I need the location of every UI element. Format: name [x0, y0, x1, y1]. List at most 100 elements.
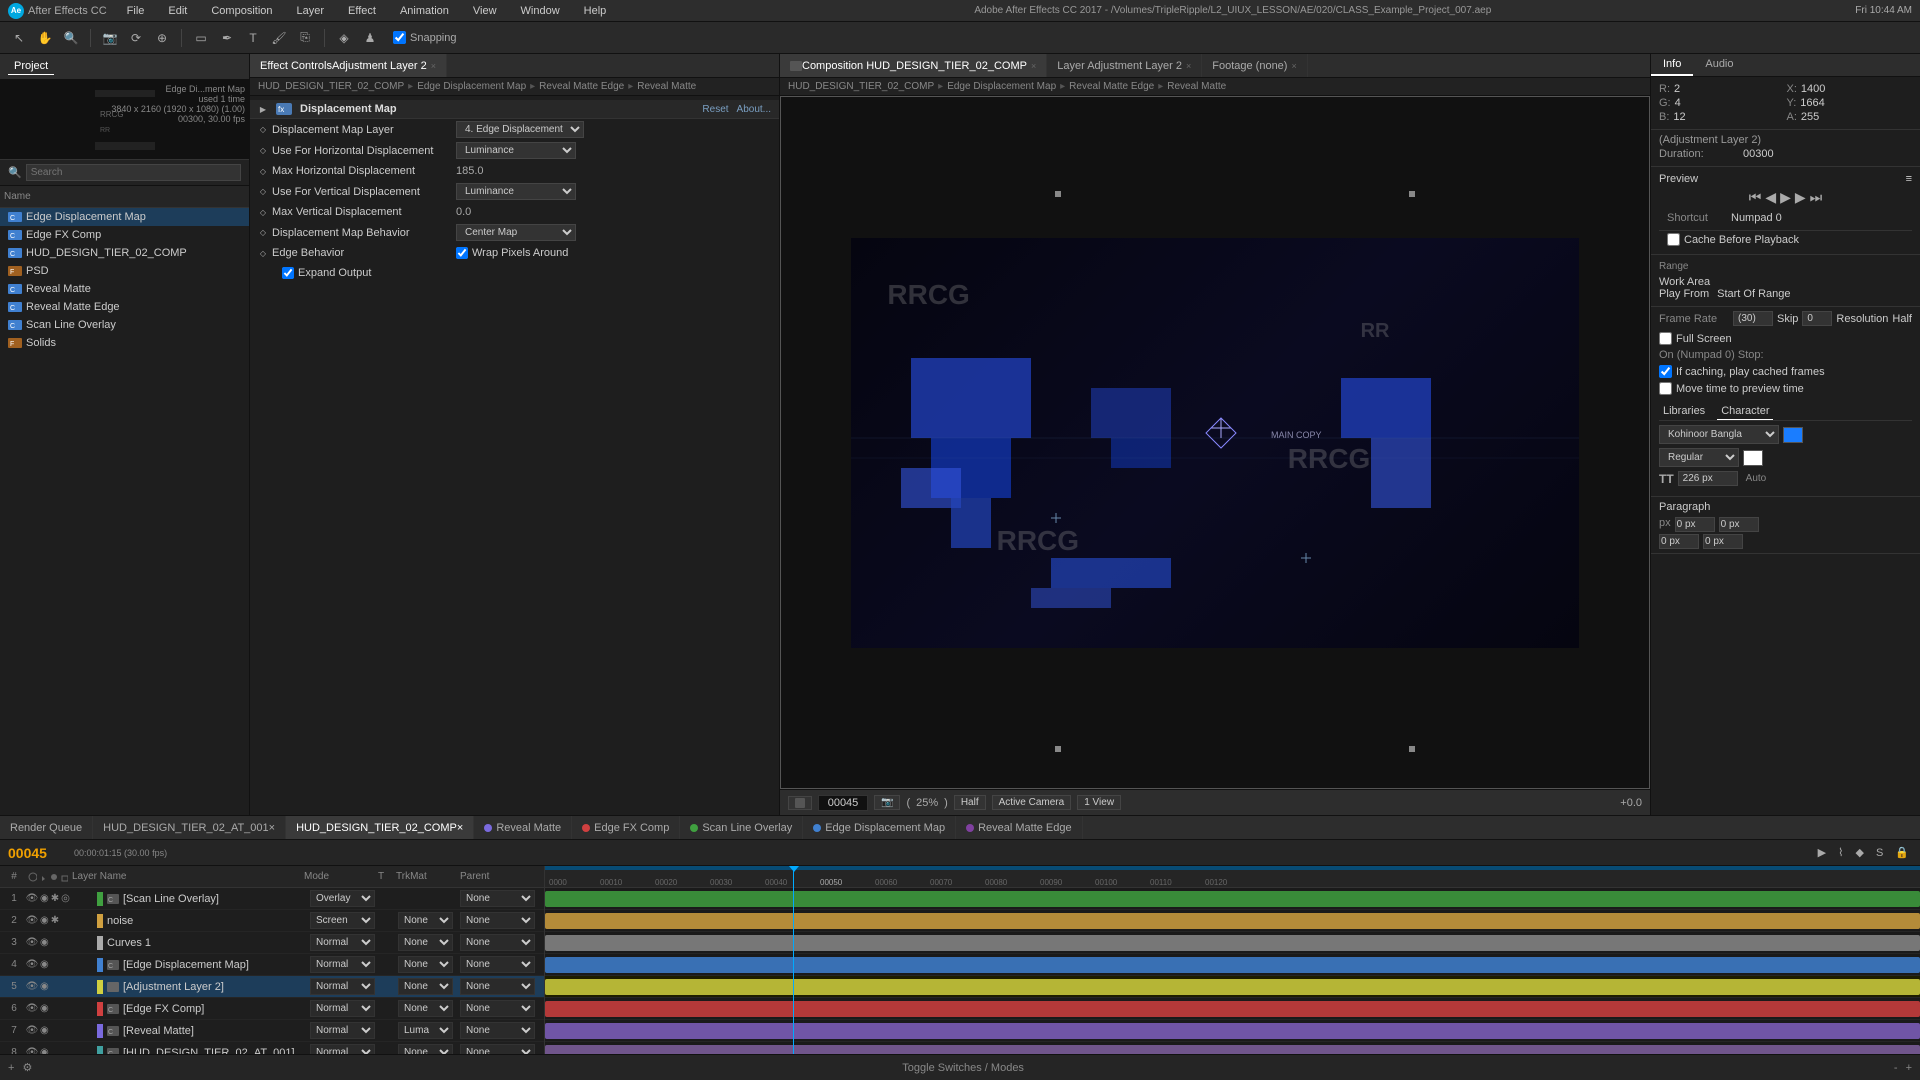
- prop-twirl-3[interactable]: ◇: [258, 187, 268, 197]
- eye-icon-4[interactable]: 👁: [26, 959, 38, 971]
- pen-tool[interactable]: ✒: [216, 27, 238, 49]
- move-time-checkbox[interactable]: [1659, 382, 1672, 395]
- eye-icon-8[interactable]: 👁: [26, 1047, 38, 1055]
- breadcrumb-item-2[interactable]: Reveal Matte Edge: [539, 81, 624, 92]
- snapping-checkbox[interactable]: [393, 31, 406, 44]
- track-bar-1[interactable]: [545, 891, 1920, 907]
- track-bar-7[interactable]: [545, 1023, 1920, 1039]
- rect-tool[interactable]: ▭: [190, 27, 212, 49]
- handle-tl[interactable]: [1055, 191, 1061, 197]
- breadcrumb-item-3[interactable]: Reveal Matte: [637, 81, 696, 92]
- comp-canvas[interactable]: RRCG RRCG RRCG RR: [851, 238, 1579, 648]
- layer-row-8[interactable]: 8 👁 ◉ C [HUD_DESIGN_TIER_02_AT_001] Norm…: [0, 1042, 544, 1054]
- hud-comp-close[interactable]: ×: [457, 822, 463, 834]
- next-frame-btn[interactable]: ▶: [1795, 189, 1806, 206]
- trkmat-select-8[interactable]: None: [398, 1044, 453, 1054]
- text-tool[interactable]: T: [242, 27, 264, 49]
- project-search-input[interactable]: [26, 164, 241, 181]
- scan-line-tab[interactable]: Scan Line Overlay: [680, 816, 803, 839]
- handle-br[interactable]: [1409, 746, 1415, 752]
- mode-select-5[interactable]: Normal: [310, 978, 375, 995]
- project-item-0[interactable]: C Edge Displacement Map: [0, 208, 249, 226]
- eye-icon-3[interactable]: 👁: [26, 937, 38, 949]
- parent-select-7[interactable]: None: [460, 1022, 535, 1039]
- zoom-in-btn[interactable]: +: [1906, 1062, 1912, 1074]
- play-from-value[interactable]: Start Of Range: [1717, 288, 1790, 300]
- prop-value-2[interactable]: 185.0: [456, 165, 771, 177]
- menu-composition[interactable]: Composition: [207, 3, 276, 19]
- hand-tool[interactable]: ✋: [34, 27, 56, 49]
- mode-select-1[interactable]: Overlay: [310, 890, 375, 907]
- full-screen-checkbox[interactable]: [1659, 332, 1672, 345]
- trkmat-select-7[interactable]: Luma: [398, 1022, 453, 1039]
- prop-dropdown-1[interactable]: Luminance: [456, 142, 576, 159]
- trkmat-select-6[interactable]: None: [398, 1000, 453, 1017]
- zoom-out-btn[interactable]: -: [1894, 1062, 1898, 1074]
- preview-play-btn[interactable]: ▶: [1815, 845, 1829, 860]
- mode-select-7[interactable]: Normal: [310, 1022, 375, 1039]
- project-item-6[interactable]: C Scan Line Overlay: [0, 316, 249, 334]
- parent-select-4[interactable]: None: [460, 956, 535, 973]
- paragraph-input-1[interactable]: [1675, 517, 1715, 532]
- comp-tab-0[interactable]: Composition HUD_DESIGN_TIER_02_COMP ×: [780, 54, 1047, 77]
- selection-tool[interactable]: ↖: [8, 27, 30, 49]
- layer-row-3[interactable]: 3 👁 ◉ Curves 1 Normal None None: [0, 932, 544, 954]
- zoom-value[interactable]: 25%: [916, 797, 938, 809]
- trkmat-select-2[interactable]: None: [398, 912, 453, 929]
- menu-animation[interactable]: Animation: [396, 3, 453, 19]
- font-size-input[interactable]: [1678, 471, 1738, 486]
- prop-twirl-2[interactable]: ◇: [258, 166, 268, 176]
- paragraph-input-3[interactable]: [1659, 534, 1699, 549]
- mode-select-4[interactable]: Normal: [310, 956, 375, 973]
- lock-btn[interactable]: 🔒: [1892, 845, 1912, 860]
- project-item-4[interactable]: C Reveal Matte: [0, 280, 249, 298]
- font-style-select[interactable]: Regular: [1659, 448, 1739, 467]
- eye-icon-2[interactable]: 👁: [26, 915, 38, 927]
- prop-twirl-4[interactable]: ◇: [258, 207, 268, 217]
- wrap-pixels-checkbox[interactable]: [456, 247, 468, 259]
- font-color-swatch[interactable]: [1783, 427, 1803, 443]
- project-item-1[interactable]: C Edge FX Comp: [0, 226, 249, 244]
- effect-controls-tab[interactable]: Effect Controls Adjustment Layer 2 ×: [250, 54, 447, 77]
- add-marker-btn[interactable]: ◆: [1852, 845, 1866, 860]
- track-bar-3[interactable]: [545, 935, 1920, 951]
- play-btn[interactable]: ▶: [1780, 189, 1791, 206]
- parent-select-8[interactable]: None: [460, 1044, 535, 1054]
- mode-select-8[interactable]: Normal: [310, 1044, 375, 1054]
- preview-settings-icon[interactable]: ≡: [1906, 173, 1912, 185]
- track-bar-8[interactable]: [545, 1045, 1920, 1054]
- paragraph-input-4[interactable]: [1703, 534, 1743, 549]
- track-bar-6[interactable]: [545, 1001, 1920, 1017]
- expand-output-checkbox[interactable]: [282, 267, 294, 279]
- effect-twirl-icon[interactable]: ▶: [258, 104, 268, 114]
- breadcrumb-item-1[interactable]: Edge Displacement Map: [417, 81, 526, 92]
- prop-dropdown-0[interactable]: 4. Edge Displacement: [456, 121, 584, 138]
- menu-file[interactable]: File: [123, 3, 149, 19]
- reveal-matte-tab[interactable]: Reveal Matte: [474, 816, 572, 839]
- handle-bl[interactable]: [1055, 746, 1061, 752]
- prop-dropdown-3[interactable]: Luminance: [456, 183, 576, 200]
- comp-bc-3[interactable]: Reveal Matte: [1167, 81, 1226, 92]
- handle-tr[interactable]: [1409, 191, 1415, 197]
- puppet-tool[interactable]: ♟: [359, 27, 381, 49]
- effect-about-btn[interactable]: About...: [737, 104, 771, 115]
- at001-tab[interactable]: HUD_DESIGN_TIER_02_AT_001 ×: [93, 816, 286, 839]
- menu-effect[interactable]: Effect: [344, 3, 380, 19]
- edge-disp-tab[interactable]: Edge Displacement Map: [803, 816, 956, 839]
- comp-tab-1[interactable]: Layer Adjustment Layer 2 ×: [1047, 54, 1202, 77]
- camera-tool[interactable]: 📷: [99, 27, 121, 49]
- at001-close[interactable]: ×: [269, 822, 275, 834]
- eye-icon-7[interactable]: 👁: [26, 1025, 38, 1037]
- edge-fx-tab[interactable]: Edge FX Comp: [572, 816, 680, 839]
- track-bar-2[interactable]: [545, 913, 1920, 929]
- reveal-edge-tab[interactable]: Reveal Matte Edge: [956, 816, 1083, 839]
- always-preview-btn[interactable]: [788, 796, 812, 810]
- comp-tab-close-0[interactable]: ×: [1031, 61, 1036, 71]
- menu-help[interactable]: Help: [580, 3, 611, 19]
- layer-row-6[interactable]: 6 👁 ◉ C [Edge FX Comp] Normal None: [0, 998, 544, 1020]
- project-item-3[interactable]: F PSD: [0, 262, 249, 280]
- menu-view[interactable]: View: [469, 3, 501, 19]
- zoom-tool[interactable]: 🔍: [60, 27, 82, 49]
- project-item-7[interactable]: F Solids: [0, 334, 249, 352]
- pan-behind[interactable]: ⊕: [151, 27, 173, 49]
